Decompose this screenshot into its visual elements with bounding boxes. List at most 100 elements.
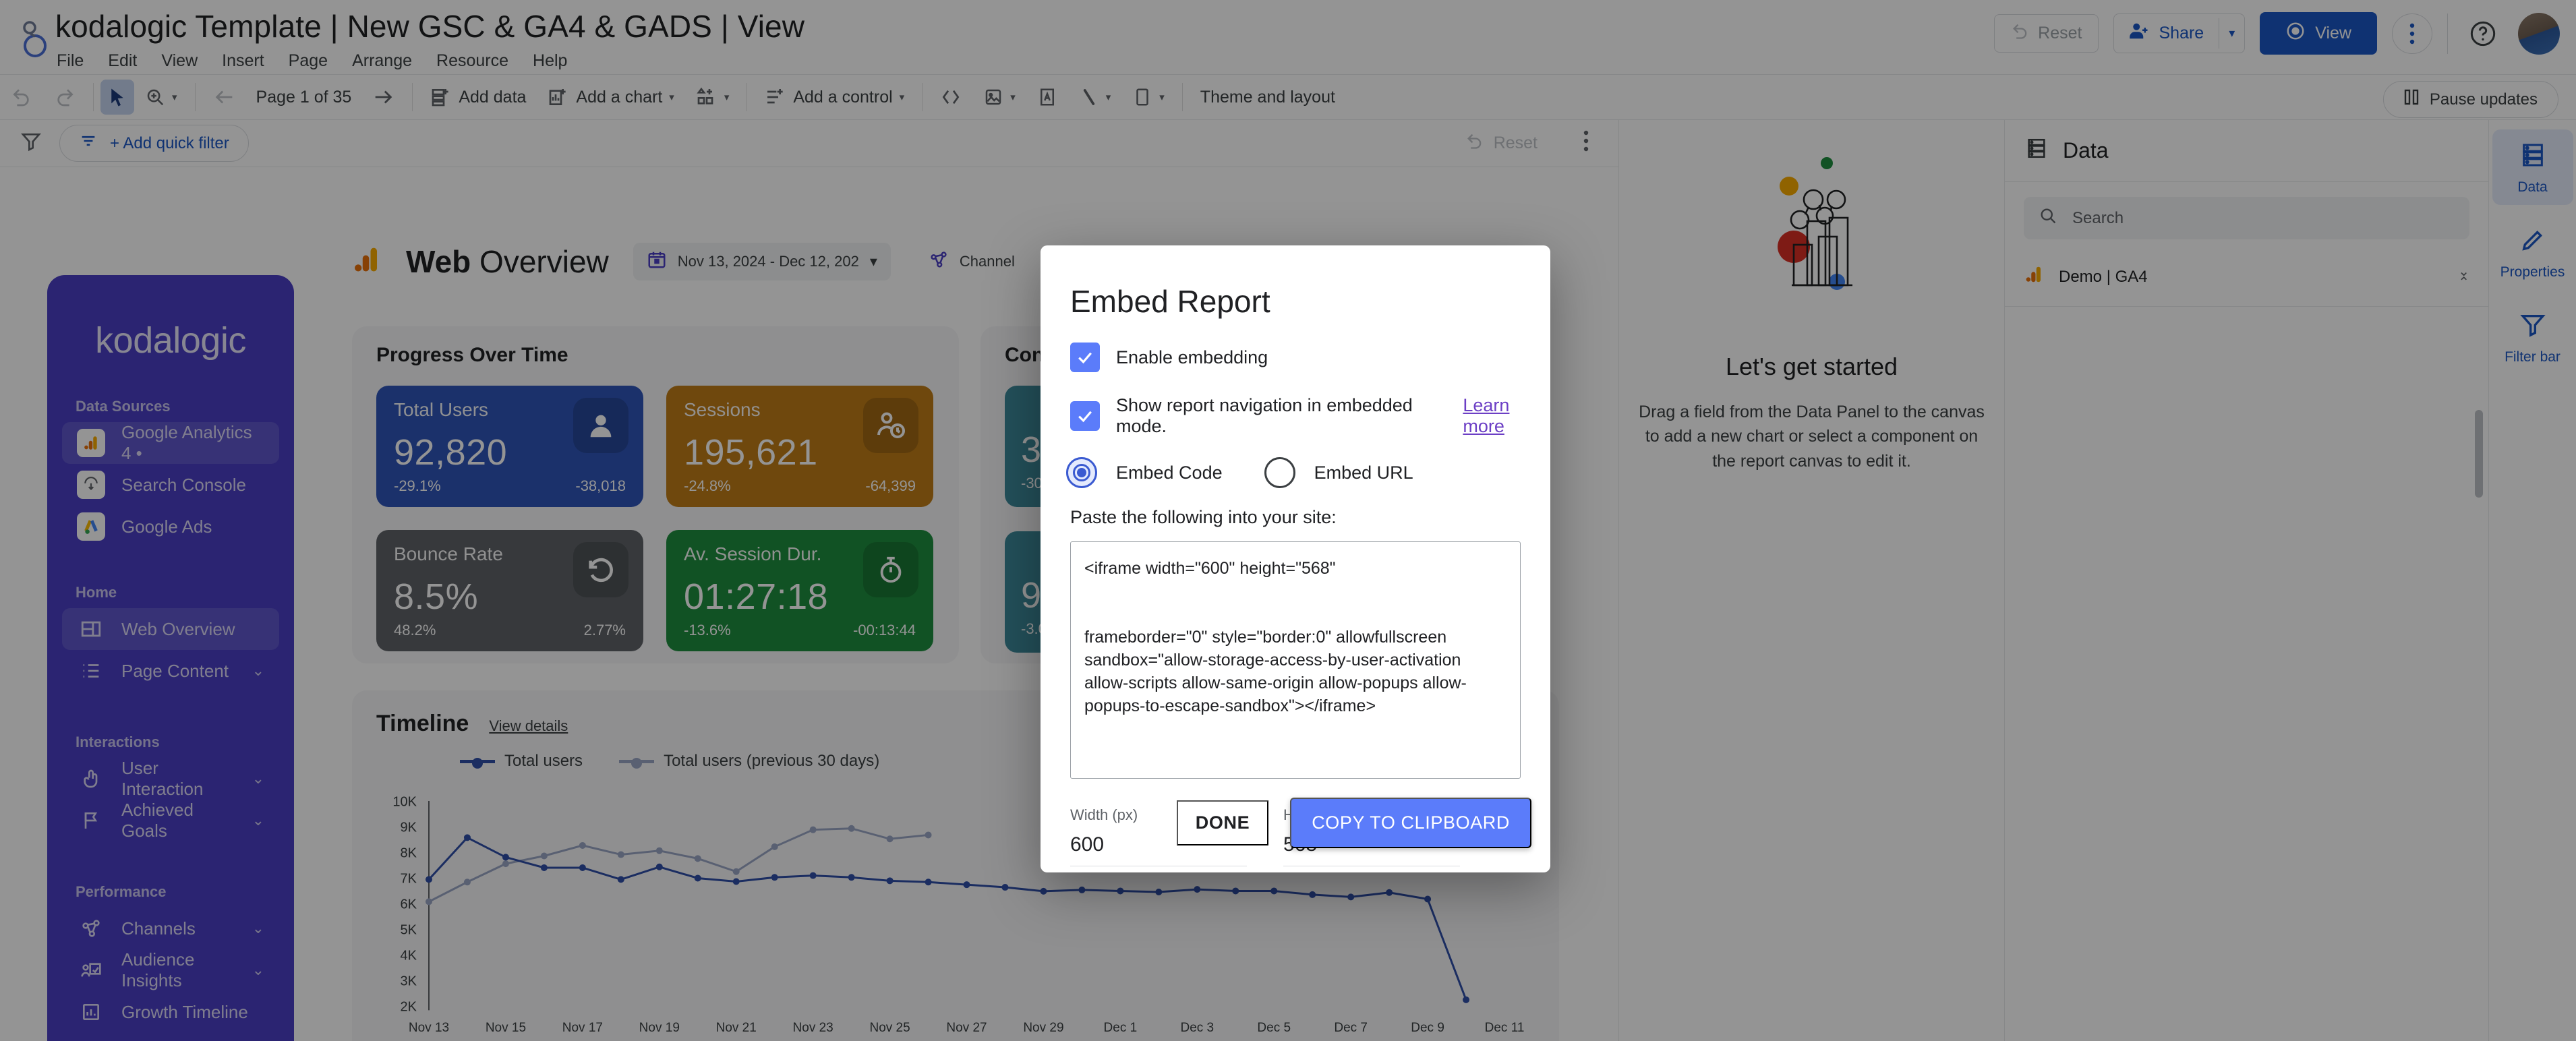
share-button[interactable]: Share ▾ (2113, 13, 2246, 53)
chevron-down-icon[interactable]: ⌄ (252, 770, 264, 787)
scorecard-delta-abs: -64,399 (865, 477, 916, 494)
checkbox-enable-embedding[interactable] (1070, 343, 1100, 372)
filter-reset-button[interactable]: Reset (1465, 131, 1538, 155)
menu-resource[interactable]: Resource (436, 51, 508, 71)
add-control-button[interactable]: Add a control ▾ (754, 80, 915, 115)
sidebar-item-audience-insights[interactable]: Audience Insights ⌄ (62, 949, 279, 991)
date-range-control[interactable]: Nov 13, 2024 - Dec 12, 202 ▾ (633, 243, 891, 280)
enable-embedding-row[interactable]: Enable embedding (1070, 343, 1550, 372)
add-quick-filter-button[interactable]: + Add quick filter (59, 125, 249, 162)
sidebar-item-web-overview[interactable]: Web Overview (62, 608, 279, 650)
chevron-down-icon[interactable]: ⌄ (252, 662, 264, 680)
menu-insert[interactable]: Insert (222, 51, 264, 71)
data-panel-scrollbar[interactable] (2475, 410, 2483, 498)
filter-more-icon[interactable] (1583, 129, 1589, 158)
radio-embed-url[interactable] (1264, 457, 1295, 488)
rail-tab-data[interactable]: Data (2492, 129, 2573, 205)
nav-group-label-home: Home (76, 584, 117, 601)
add-chart-button[interactable]: Add a chart ▾ (537, 80, 684, 115)
sidebar-item-user-interaction[interactable]: User Interaction ⌄ (62, 758, 279, 800)
chevron-down-icon[interactable]: ⌄ (252, 920, 264, 937)
undo-button[interactable] (0, 80, 43, 115)
sidebar-item-google-analytics-4[interactable]: Google Analytics 4 • (62, 422, 279, 464)
menu-page[interactable]: Page (289, 51, 328, 71)
rail-tab-properties[interactable]: Properties (2492, 214, 2573, 290)
select-tool-button[interactable] (100, 80, 134, 115)
chevron-expand-icon[interactable]: ⌄ ⌃ (2458, 265, 2469, 289)
zoom-caret-icon[interactable]: ▾ (172, 91, 177, 103)
divider (1181, 83, 1183, 111)
sidebar-item-channels[interactable]: Channels ⌄ (62, 908, 279, 949)
checkbox-show-report-navigation[interactable] (1070, 401, 1100, 431)
zoom-button[interactable]: ▾ (134, 80, 188, 115)
add-chart-caret-icon[interactable]: ▾ (669, 91, 674, 103)
line-caret-icon[interactable]: ▾ (1106, 91, 1111, 103)
legend-item-total-users-prev[interactable]: Total users (previous 30 days) (619, 752, 879, 771)
redo-button[interactable] (43, 80, 86, 115)
insert-text-button[interactable] (1026, 80, 1068, 115)
learn-more-link[interactable]: Learn more (1463, 395, 1550, 437)
sidebar-item-achieved-goals[interactable]: Achieved Goals ⌄ (62, 800, 279, 841)
data-source-demo-ga4[interactable]: Demo | GA4 ⌄ ⌃ (2005, 257, 2488, 307)
more-vertical-icon[interactable] (2392, 13, 2432, 54)
view-button[interactable]: View (2260, 12, 2377, 55)
sidebar-item-search-console[interactable]: Search Console (62, 464, 279, 506)
scorecard-sessions[interactable]: Sessions 195,621 -24.8% -64,399 (666, 386, 933, 507)
filter-reset-label: Reset (1493, 133, 1538, 152)
radio-embed-code[interactable] (1066, 457, 1097, 488)
chevron-down-icon[interactable]: ⌄ (252, 812, 264, 829)
layout-dashboard-icon (77, 615, 105, 643)
share-dropdown-caret[interactable]: ▾ (2219, 18, 2244, 49)
add-data-button[interactable]: Add data (419, 80, 537, 115)
pause-updates-button[interactable]: Pause updates (2382, 81, 2558, 118)
add-shape-button[interactable]: ▾ (685, 80, 740, 115)
database-icon (2025, 137, 2048, 165)
menu-file[interactable]: File (57, 51, 84, 71)
chevron-down-icon[interactable]: ▾ (870, 253, 877, 270)
document-title[interactable]: kodalogic Template | New GSC & GA4 & GAD… (55, 8, 804, 44)
scorecard-avg-session-duration[interactable]: Av. Session Dur. 01:27:18 -13.6% -00:13:… (666, 530, 933, 651)
channel-control[interactable]: Channel (915, 243, 1028, 280)
theme-and-layout-button[interactable]: Theme and layout (1190, 80, 1346, 115)
show-nav-row[interactable]: Show report navigation in embedded mode.… (1070, 395, 1550, 437)
prev-page-button[interactable] (202, 80, 247, 115)
code-brackets-icon (940, 86, 962, 108)
avatar[interactable] (2518, 12, 2560, 55)
menu-view[interactable]: View (161, 51, 198, 71)
reset-button[interactable]: Reset (1994, 14, 2099, 53)
embed-url-button[interactable] (929, 80, 972, 115)
paste-instruction: Paste the following into your site: (1070, 507, 1337, 527)
legend-item-total-users[interactable]: Total users (460, 752, 583, 771)
rail-tab-filter-bar[interactable]: Filter bar (2492, 299, 2573, 375)
sidebar-item-google-ads[interactable]: Google Ads (62, 506, 279, 547)
scorecard-total-users[interactable]: Total Users 92,820 -29.1% -38,018 (376, 386, 643, 507)
insert-line-button[interactable]: ▾ (1068, 80, 1122, 115)
add-shape-caret-icon[interactable]: ▾ (724, 91, 730, 103)
insert-rect-button[interactable]: ▾ (1121, 80, 1175, 115)
image-caret-icon[interactable]: ▾ (1010, 91, 1016, 103)
y-tick: 10K (392, 794, 417, 810)
rect-caret-icon[interactable]: ▾ (1159, 91, 1165, 103)
x-tick: Dec 1 (1103, 1021, 1138, 1035)
text-box-icon (1037, 87, 1057, 107)
panel-title: Progress Over Time (376, 344, 568, 366)
embed-code-textarea[interactable] (1070, 541, 1521, 779)
next-page-button[interactable] (361, 80, 405, 115)
chevron-down-icon[interactable]: ⌄ (252, 961, 264, 979)
help-circle-icon[interactable] (2463, 13, 2503, 54)
add-control-caret-icon[interactable]: ▾ (900, 91, 905, 103)
sidebar-item-growth-timeline[interactable]: Growth Timeline (62, 991, 279, 1033)
copy-to-clipboard-button[interactable]: COPY TO CLIPBOARD (1290, 798, 1531, 848)
search-input[interactable]: Search (2024, 197, 2469, 239)
insert-image-button[interactable]: ▾ (972, 80, 1026, 115)
page-indicator[interactable]: Page 1 of 35 (247, 88, 361, 107)
divider (194, 83, 196, 111)
timeline-title: Timeline (376, 711, 469, 736)
scorecard-bounce-rate[interactable]: Bounce Rate 8.5% 48.2% 2.77% (376, 530, 643, 651)
sidebar-item-page-content[interactable]: Page Content ⌄ (62, 650, 279, 692)
menu-arrange[interactable]: Arrange (352, 51, 412, 71)
menu-help[interactable]: Help (533, 51, 567, 71)
done-button[interactable]: DONE (1176, 800, 1269, 845)
menu-edit[interactable]: Edit (108, 51, 137, 71)
view-details-link[interactable]: View details (489, 717, 568, 735)
